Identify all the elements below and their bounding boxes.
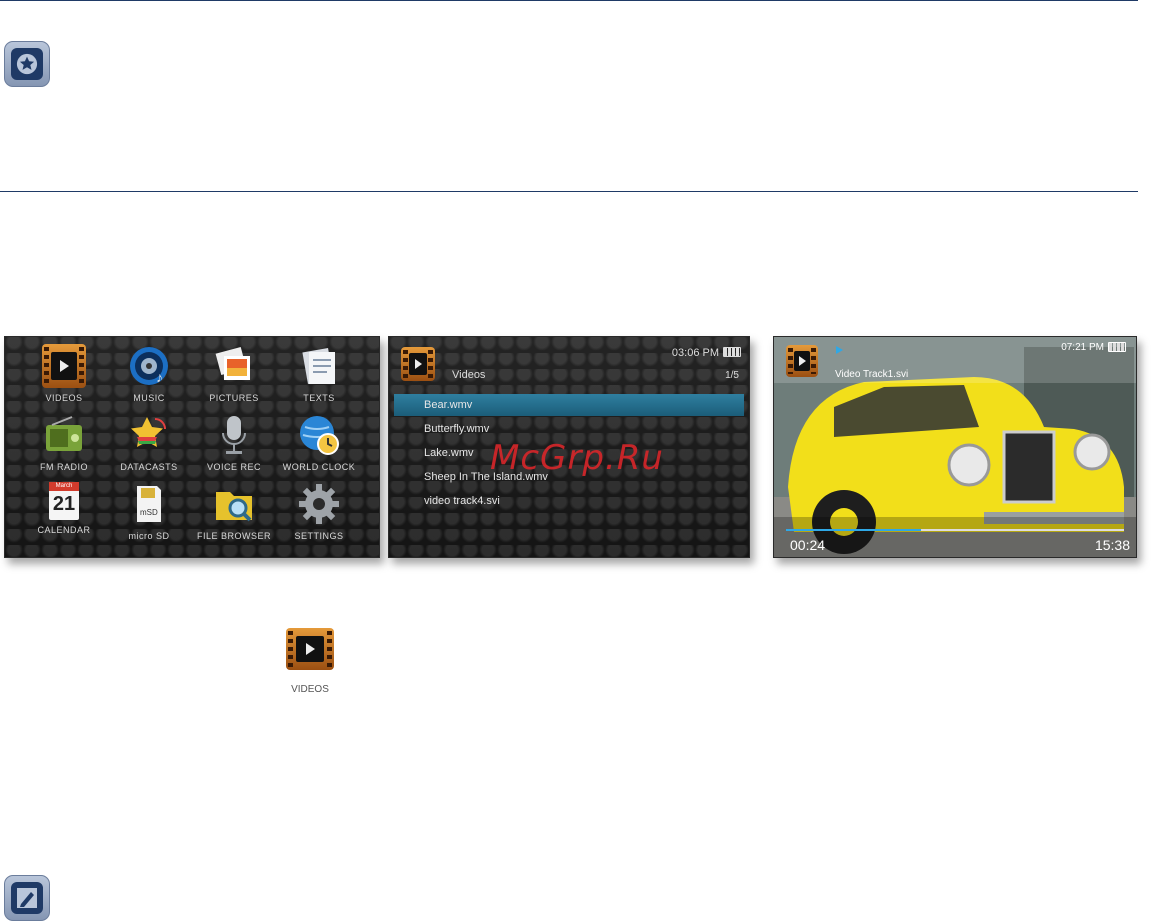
video-film-icon [42,344,86,388]
list-item[interactable]: Bear.wmv [394,394,744,416]
clock-time: 03:06 PM [671,347,719,359]
globe-clock-icon [300,416,339,455]
folder-search-icon [216,492,252,522]
menu-label: SETTINGS [294,531,344,541]
calendar-icon: March 21 [49,482,79,520]
menu-item-calendar[interactable]: March 21 CALENDAR [20,482,108,535]
svg-text:♪: ♪ [156,369,163,385]
menu-item-voice-rec[interactable]: VOICE REC [190,413,278,472]
menu-label: FILE BROWSER [196,531,271,541]
pictures-icon [215,347,250,380]
calendar-month: March [49,482,79,491]
note-badge-star [4,41,50,87]
battery-icon [1108,342,1126,352]
star-icon [16,53,38,75]
watermark: McGrp.Ru [490,438,664,478]
track-title: Video Track1.svi [835,369,909,380]
video-player-screen: Video Track1.svi 07:21 PM 00:24 15:38 [773,336,1137,558]
clock-time: 07:21 PM [1061,342,1104,353]
menu-label: micro SD [128,531,170,541]
playback-bar [774,517,1136,557]
menu-label: TEXTS [303,393,335,403]
menu-item-music[interactable]: ♪ MUSIC [105,344,193,403]
texts-icon [302,347,335,385]
menu-item-pictures[interactable]: PICTURES [190,344,278,403]
list-item[interactable]: Butterfly.wmv [394,418,744,440]
menu-item-micro-sd[interactable]: mSD micro SD [105,482,193,541]
video-film-icon [786,345,818,377]
menu-label: WORLD CLOCK [282,462,356,472]
menu-label: VIDEOS [45,393,83,403]
datacasts-star-icon [131,417,166,447]
note-badge-pencil [4,875,50,921]
main-menu-screen: VIDEOS ♪ MUSIC PICTURES TEXTS FM RADIO D… [4,336,380,558]
menu-item-world-clock[interactable]: WORLD CLOCK [275,413,363,472]
videos-icon-label: VIDEOS [291,684,329,695]
list-item[interactable]: video track4.svi [394,490,744,512]
menu-item-videos[interactable]: VIDEOS [20,344,108,403]
menu-item-fm-radio[interactable]: FM RADIO [20,413,108,472]
menu-label: FM RADIO [40,462,88,472]
menu-label: MUSIC [133,393,165,403]
gear-icon [299,484,339,524]
list-title: Videos [452,369,486,381]
play-state-icon [836,346,843,354]
video-film-icon [401,347,435,381]
progress-track[interactable] [786,529,1124,531]
microsd-icon: mSD [137,486,161,522]
svg-text:mSD: mSD [140,508,158,517]
top-rule [0,0,1138,1]
pencil-note-icon [17,888,37,908]
menu-label: VOICE REC [206,462,261,472]
radio-icon [46,416,82,451]
video-film-icon [286,628,334,670]
videos-icon-reference: VIDEOS [286,628,334,695]
menu-label: DATACASTS [120,462,178,472]
menu-item-datacasts[interactable]: DATACASTS [105,413,193,472]
menu-label: PICTURES [209,393,259,403]
menu-item-texts[interactable]: TEXTS [275,344,363,403]
menu-label: CALENDAR [37,525,91,535]
microphone-icon [222,416,246,454]
section-rule [0,191,1138,192]
menu-item-settings[interactable]: SETTINGS [275,482,363,541]
menu-item-file-browser[interactable]: FILE BROWSER [190,482,278,541]
calendar-day: 21 [52,493,76,515]
list-count: 1/5 [725,370,739,381]
progress-fill [786,529,922,531]
total-time: 15:38 [1094,537,1130,553]
music-speaker-icon: ♪ [130,347,168,385]
battery-icon [723,347,741,357]
elapsed-time: 00:24 [790,537,826,553]
